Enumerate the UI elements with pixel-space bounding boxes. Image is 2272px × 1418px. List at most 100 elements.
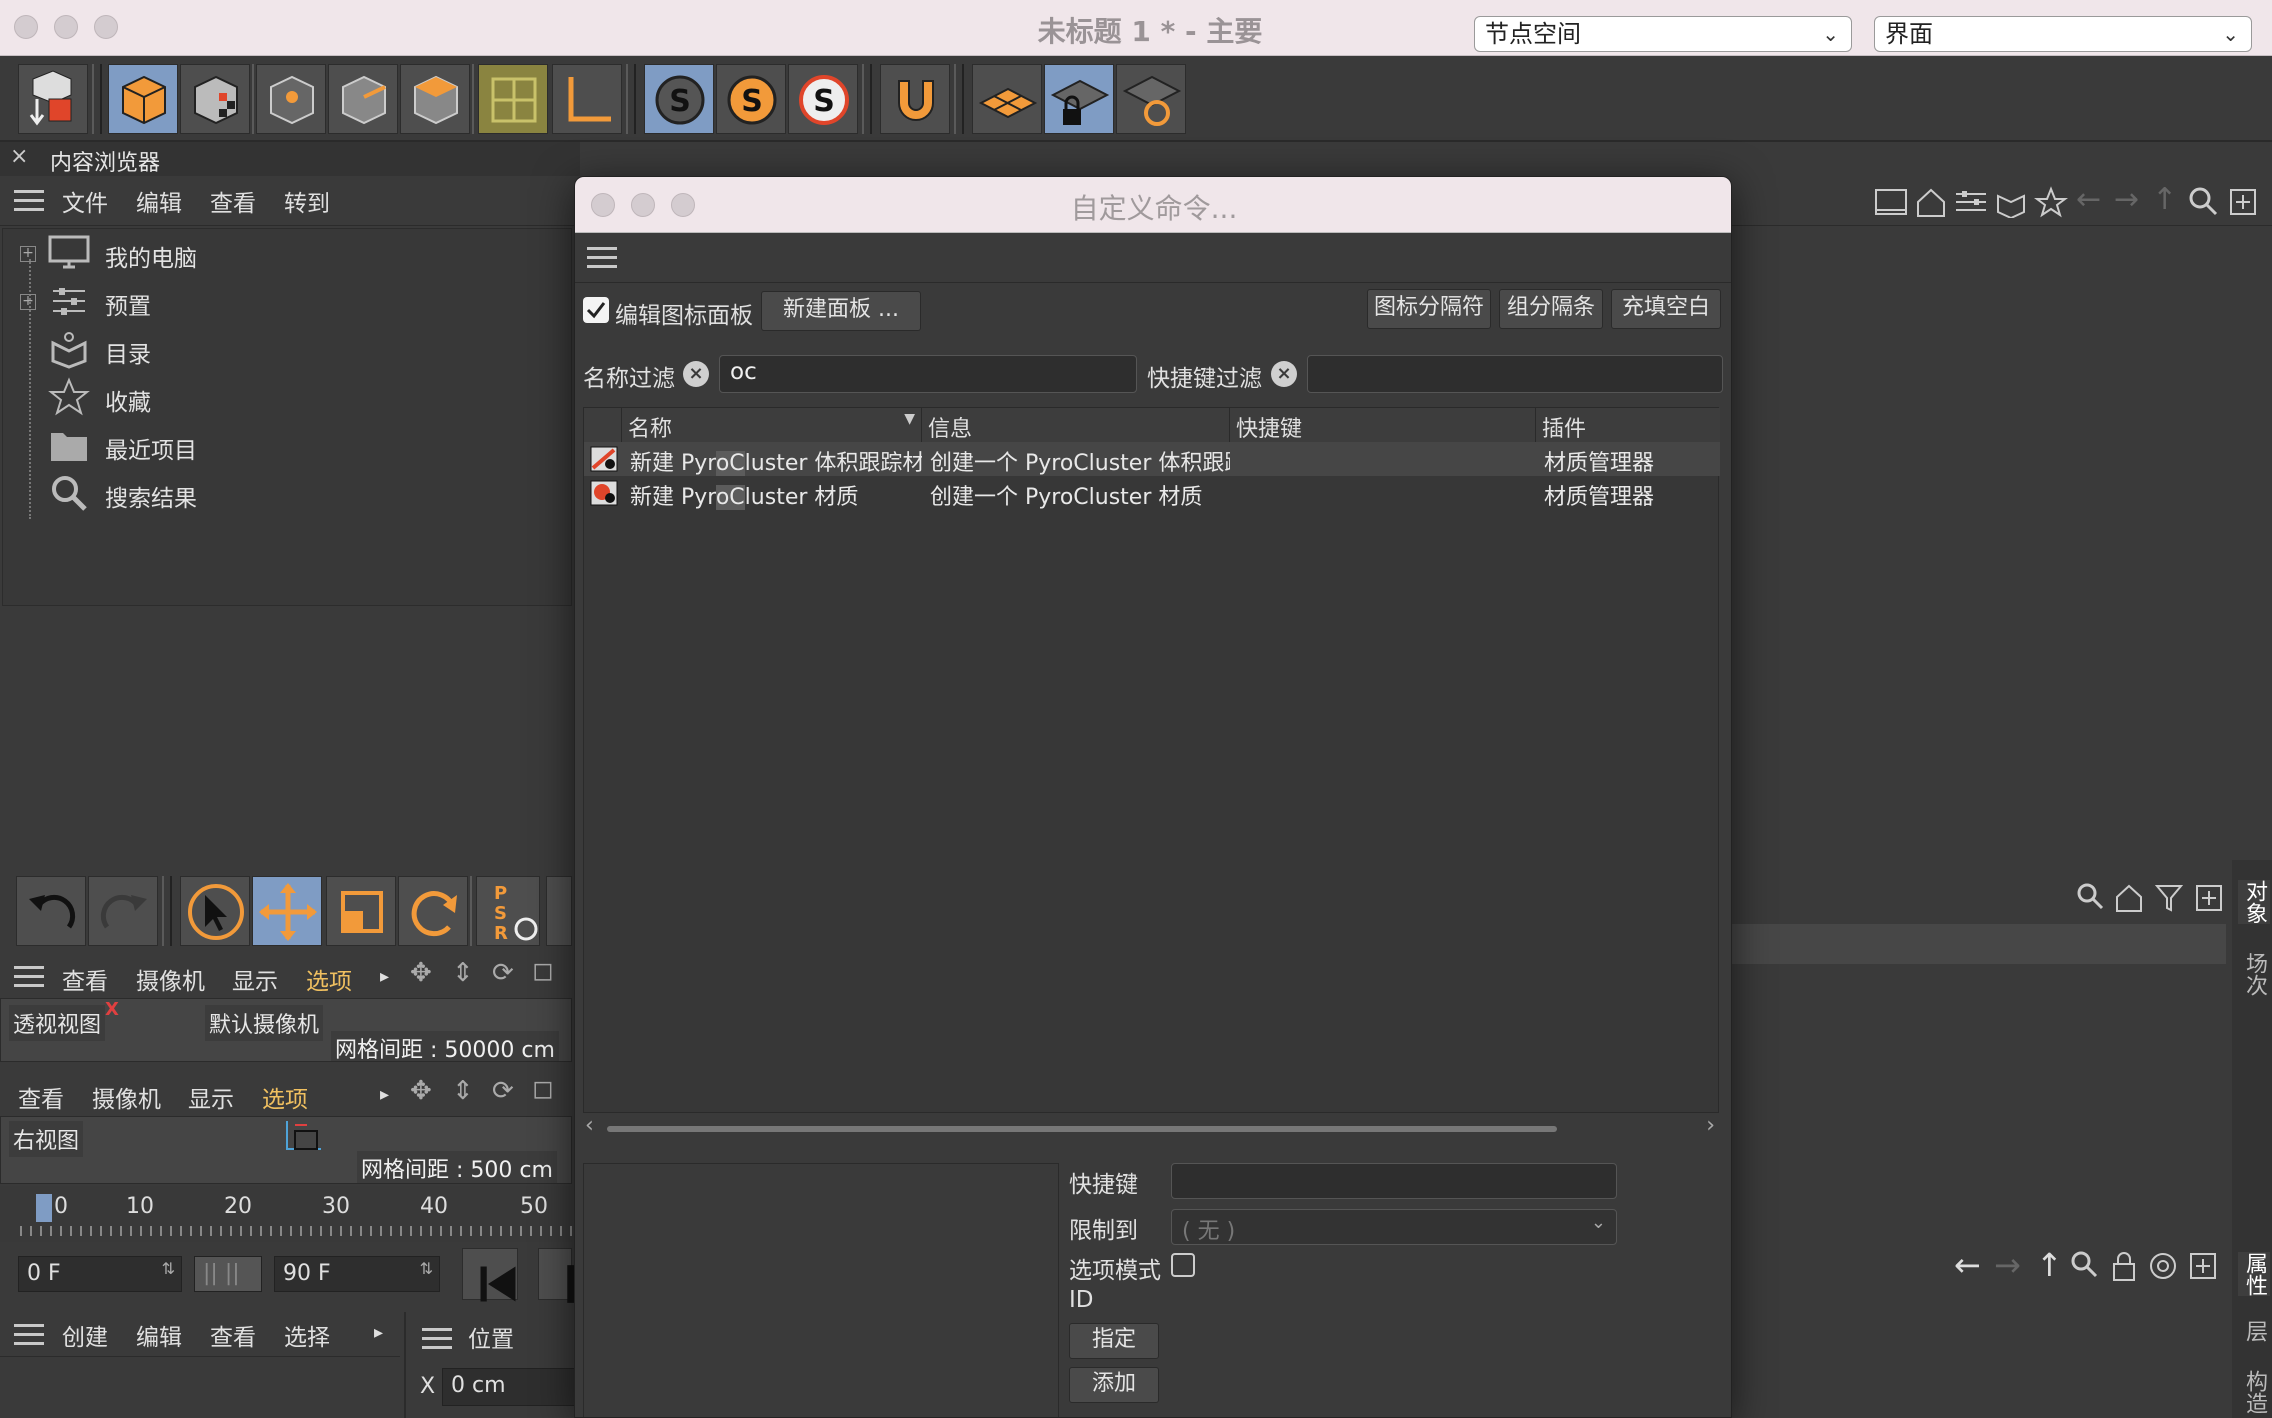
side-tab-takes[interactable]: 场次 — [2238, 952, 2270, 996]
node-space-select[interactable]: 节点空间 ⌄ — [1474, 16, 1852, 52]
align-workplane-button[interactable] — [1116, 64, 1186, 134]
option-mode-checkbox[interactable] — [1171, 1253, 1195, 1277]
restrict-to-select[interactable]: ( 无 ) ⌄ — [1171, 1209, 1617, 1245]
viewport1-menu-display[interactable]: 显示 — [232, 962, 278, 996]
edit-palette-checkbox[interactable] — [583, 297, 609, 323]
new-window-icon[interactable] — [2188, 1250, 2218, 1282]
viewport2-menu-display[interactable]: 显示 — [188, 1080, 234, 1114]
menu-select[interactable]: 选择 — [284, 1318, 330, 1352]
previous-key-button[interactable] — [538, 1248, 574, 1303]
viewport1-menu-options[interactable]: 选项 — [306, 962, 352, 996]
timeline-ruler[interactable] — [0, 1186, 572, 1242]
more-menu-icon[interactable]: ▸ — [380, 966, 389, 987]
home-icon[interactable] — [1914, 186, 1948, 218]
hamburger-menu-icon[interactable] — [14, 966, 44, 988]
horizontal-scrollbar[interactable]: ‹ › — [583, 1113, 1719, 1143]
more-tools-button[interactable] — [546, 876, 572, 946]
back-arrow-icon[interactable]: ← — [2076, 182, 2101, 217]
expand-icon[interactable]: + — [20, 294, 36, 310]
clear-shortcut-filter-icon[interactable]: × — [1271, 361, 1297, 387]
tree-item-my-computer[interactable]: + 我的电脑 — [3, 231, 563, 275]
zoom-view-icon[interactable]: ⇕ — [452, 1076, 474, 1106]
lock-icon[interactable] — [2110, 1250, 2138, 1282]
menu-view[interactable]: 查看 — [210, 1318, 256, 1352]
side-tab-layers[interactable]: 层 — [2238, 1320, 2270, 1342]
tree-item-catalog[interactable]: 目录 — [3, 327, 563, 371]
shortcut-filter-input[interactable] — [1307, 355, 1723, 393]
viewport2-menu-camera[interactable]: 摄像机 — [92, 1080, 161, 1114]
viewport1-menu-view[interactable]: 查看 — [62, 962, 108, 996]
fill-space-button[interactable]: 充填空白 — [1611, 289, 1721, 329]
name-filter-input[interactable]: oc — [719, 355, 1137, 393]
side-tab-attributes[interactable]: 属性 — [2238, 1252, 2270, 1296]
make-editable-button[interactable] — [18, 64, 88, 134]
new-palette-button[interactable]: 新建面板 ... — [761, 291, 921, 331]
solo-off-button[interactable]: S — [644, 64, 714, 134]
workplane-button[interactable] — [972, 64, 1042, 134]
maximize-view-icon[interactable]: ◻ — [532, 956, 554, 986]
stepper-icon[interactable]: ⇅ — [420, 1259, 433, 1278]
lock-workplane-button[interactable] — [1044, 64, 1114, 134]
scroll-right-icon[interactable]: › — [1706, 1113, 1715, 1138]
move-view-icon[interactable]: ✥ — [410, 958, 432, 988]
more-menu-icon[interactable]: ▸ — [380, 1084, 389, 1105]
minimize-window-button[interactable] — [54, 15, 78, 39]
rotate-view-icon[interactable]: ⟳ — [492, 958, 514, 988]
select-tool-button[interactable] — [180, 876, 250, 946]
hamburger-menu-icon[interactable] — [14, 190, 44, 212]
redo-button[interactable] — [88, 876, 158, 946]
home-icon[interactable] — [2114, 882, 2144, 914]
axis-mode-button[interactable] — [552, 64, 622, 134]
playhead[interactable] — [36, 1194, 52, 1222]
polygons-mode-button[interactable] — [400, 64, 470, 134]
clear-name-filter-icon[interactable]: × — [683, 361, 709, 387]
end-frame-field[interactable]: 90 F ⇅ — [274, 1256, 440, 1292]
layout-select[interactable]: 界面 ⌄ — [1874, 16, 2252, 52]
snap-button[interactable] — [880, 64, 950, 134]
viewport2-menu-options[interactable]: 选项 — [262, 1080, 308, 1114]
shortcut-field[interactable] — [1171, 1163, 1617, 1199]
content-browser-tab[interactable]: × 内容浏览器 — [0, 142, 580, 176]
menu-goto[interactable]: 转到 — [284, 184, 330, 218]
tree-item-search-results[interactable]: 搜索结果 — [3, 471, 563, 515]
menu-edit[interactable]: 编辑 — [136, 1318, 182, 1352]
menu-file[interactable]: 文件 — [62, 184, 108, 218]
rotate-view-icon[interactable]: ⟳ — [492, 1076, 514, 1106]
texture-mode-button[interactable] — [180, 64, 250, 134]
hamburger-menu-icon[interactable] — [422, 1328, 452, 1350]
close-window-button[interactable] — [14, 15, 38, 39]
preview-range-slider[interactable]: || || — [194, 1256, 262, 1292]
solo-hierarchy-button[interactable]: S — [788, 64, 858, 134]
forward-arrow-icon[interactable]: → — [2114, 182, 2139, 217]
column-header-name[interactable]: 名称 ▼ — [622, 408, 922, 442]
filter-icon[interactable] — [2154, 882, 2184, 914]
catalog-icon[interactable] — [1994, 186, 2028, 218]
star-icon[interactable] — [2034, 186, 2068, 218]
zoom-window-button[interactable] — [94, 15, 118, 39]
back-arrow-icon[interactable]: ← — [1954, 1246, 1981, 1284]
new-window-icon[interactable] — [2194, 882, 2224, 914]
close-tab-icon[interactable]: × — [10, 144, 28, 169]
go-to-start-button[interactable] — [462, 1248, 518, 1302]
undo-button[interactable] — [16, 876, 86, 946]
add-button[interactable]: 添加 — [1069, 1367, 1159, 1403]
search-icon[interactable] — [2188, 186, 2218, 218]
column-header-shortcut[interactable]: 快捷键 — [1230, 408, 1536, 442]
new-window-icon[interactable] — [2228, 186, 2258, 218]
search-icon[interactable] — [2076, 882, 2104, 914]
sliders-icon[interactable] — [1954, 186, 1988, 218]
start-frame-field[interactable]: 0 F ⇅ — [18, 1256, 182, 1292]
scale-tool-button[interactable] — [326, 876, 396, 946]
expand-icon[interactable]: + — [20, 246, 36, 262]
column-header-plugin[interactable]: 插件 — [1536, 408, 1720, 442]
column-header-info[interactable]: 信息 — [922, 408, 1230, 442]
points-mode-button[interactable] — [256, 64, 326, 134]
edges-mode-button[interactable] — [328, 64, 398, 134]
more-menu-icon[interactable]: ▸ — [374, 1322, 383, 1343]
table-row[interactable]: 新建 PyroCluster 材质 创建一个 PyroCluster 材质 材质… — [584, 476, 1720, 510]
assign-button[interactable]: 指定 — [1069, 1323, 1159, 1359]
zoom-view-icon[interactable]: ⇕ — [452, 958, 474, 988]
hamburger-menu-icon[interactable] — [587, 247, 617, 269]
tree-item-presets[interactable]: + 预置 — [3, 279, 563, 323]
solo-single-button[interactable]: S — [716, 64, 786, 134]
